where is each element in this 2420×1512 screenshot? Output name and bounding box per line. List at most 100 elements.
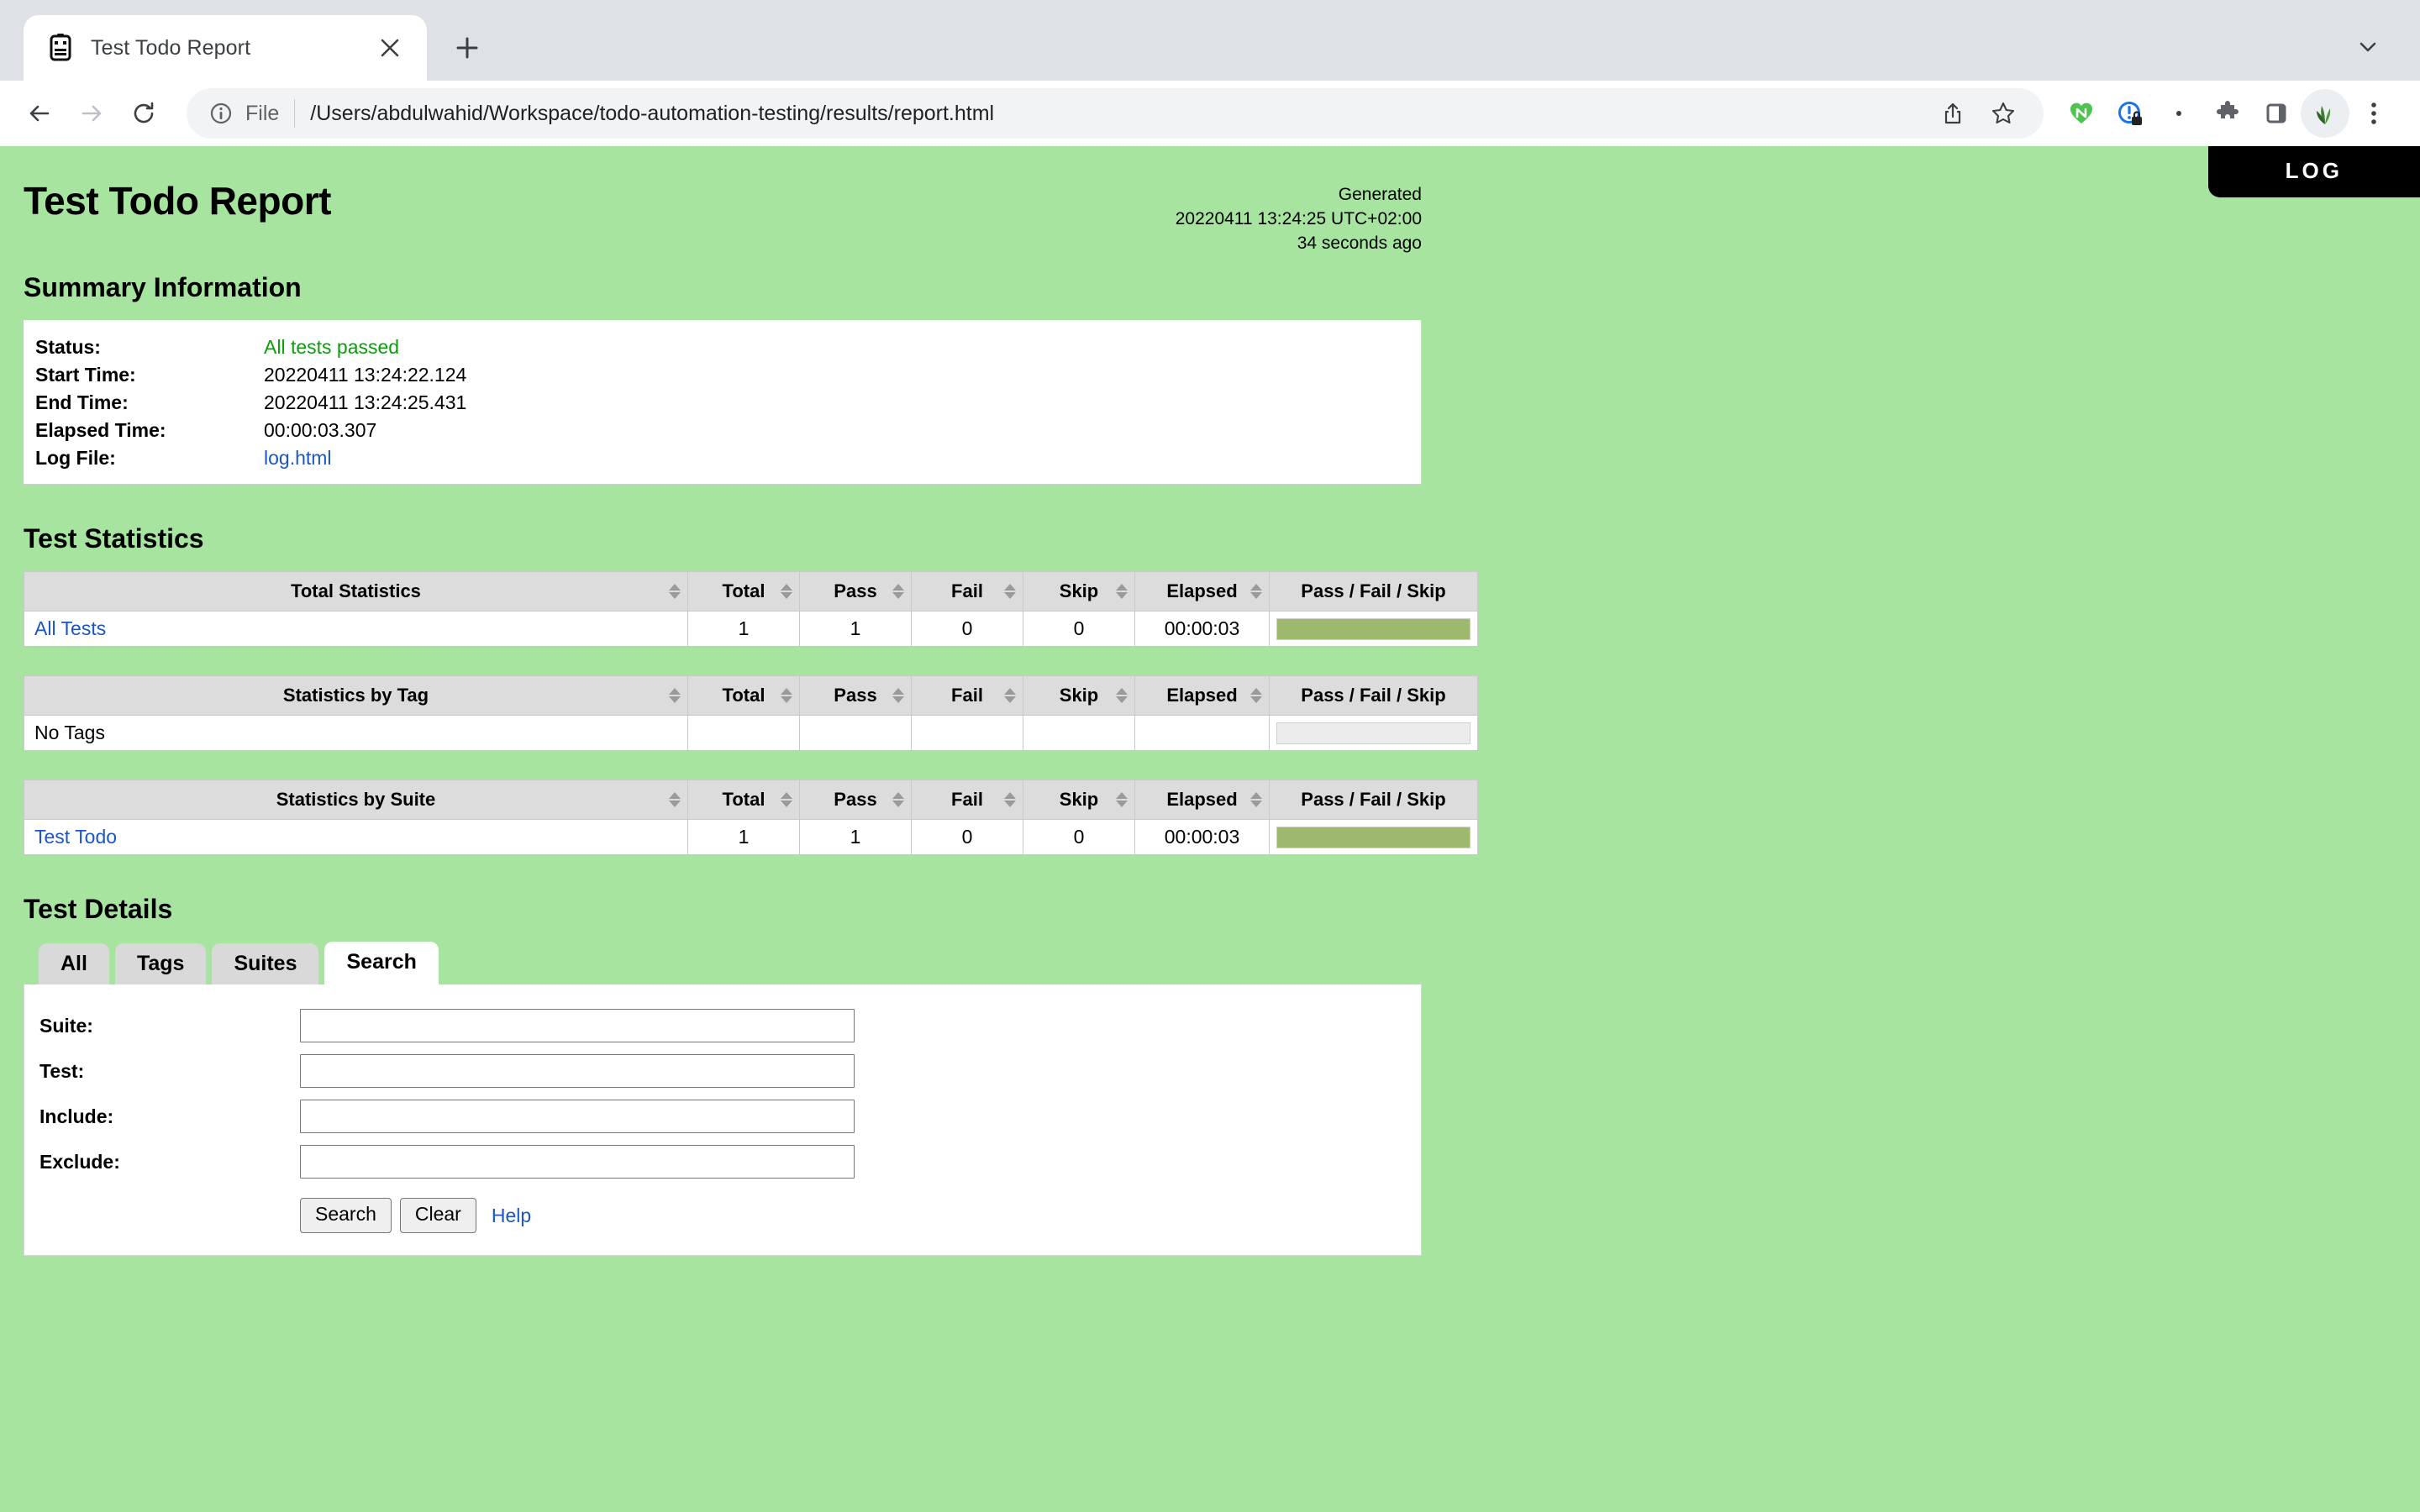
log-link-badge[interactable]: LOG bbox=[2207, 146, 2420, 197]
summary-label: Log File: bbox=[35, 447, 116, 469]
stats-skip-cell: 0 bbox=[1023, 611, 1135, 647]
reload-icon[interactable] bbox=[118, 87, 170, 139]
heart-extension-icon[interactable] bbox=[2057, 89, 2106, 138]
table-header-fail[interactable]: Fail bbox=[911, 571, 1023, 612]
pass-fail-skip-bar bbox=[1276, 826, 1470, 848]
table-header-fail[interactable]: Fail bbox=[911, 675, 1023, 716]
sort-arrows-icon[interactable] bbox=[781, 584, 792, 599]
sort-arrows-icon[interactable] bbox=[1250, 792, 1262, 807]
three-dot-menu-icon[interactable] bbox=[2349, 89, 2398, 138]
stats-bar-cell bbox=[1269, 611, 1478, 647]
sort-arrows-icon[interactable] bbox=[892, 792, 904, 807]
sort-arrows-icon[interactable] bbox=[781, 792, 792, 807]
summary-value: log.html bbox=[264, 447, 332, 470]
table-header-name[interactable]: Statistics by Suite bbox=[24, 780, 688, 820]
tab-search[interactable]: Search bbox=[324, 942, 439, 985]
info-circle-icon[interactable] bbox=[205, 97, 237, 129]
statistics-table: Statistics by Suite Total Pass Fail Skip Elap… bbox=[24, 780, 1478, 855]
stats-row-name: No Tags bbox=[34, 722, 105, 743]
stats-fail-cell: 0 bbox=[911, 819, 1023, 855]
dot-extension-icon[interactable] bbox=[2154, 89, 2203, 138]
table-header-pass[interactable]: Pass bbox=[799, 675, 912, 716]
search-field-row: Exclude: bbox=[24, 1139, 1421, 1184]
log-file-link[interactable]: log.html bbox=[264, 447, 332, 469]
sort-arrows-icon[interactable] bbox=[1116, 584, 1128, 599]
clear-button[interactable]: Clear bbox=[399, 1198, 476, 1233]
table-header-total[interactable]: Total bbox=[687, 571, 800, 612]
search-input-suite[interactable] bbox=[300, 1009, 855, 1043]
table-header-skip[interactable]: Skip bbox=[1023, 675, 1135, 716]
share-icon[interactable] bbox=[1929, 90, 1976, 137]
search-actions: Search Clear Help bbox=[24, 1184, 1421, 1233]
sort-arrows-icon[interactable] bbox=[1004, 792, 1016, 807]
search-input-include[interactable] bbox=[300, 1100, 855, 1134]
table-header-pass[interactable]: Pass bbox=[799, 571, 912, 612]
search-field-row: Test: bbox=[24, 1048, 1421, 1094]
star-icon[interactable] bbox=[1980, 90, 2027, 137]
sort-arrows-icon[interactable] bbox=[669, 688, 681, 703]
table-header-name[interactable]: Statistics by Tag bbox=[24, 675, 688, 716]
search-input-test[interactable] bbox=[300, 1054, 855, 1089]
stats-total-cell: 1 bbox=[687, 819, 800, 855]
summary-label: End Time: bbox=[35, 391, 129, 413]
table-row: Test Todo 1 1 0 0 00:00:03 bbox=[24, 819, 1478, 855]
sort-arrows-icon[interactable] bbox=[1250, 584, 1262, 599]
search-field-row: Suite: bbox=[24, 1003, 1421, 1048]
stats-row-link[interactable]: Test Todo bbox=[34, 826, 117, 848]
table-header-fail[interactable]: Fail bbox=[911, 780, 1023, 820]
generated-timestamp: 20220411 13:24:25 UTC+02:00 bbox=[1175, 208, 1422, 228]
stats-bar-cell bbox=[1269, 715, 1478, 751]
tab-tags[interactable]: Tags bbox=[114, 943, 207, 985]
browser-tab[interactable]: Test Todo Report bbox=[24, 15, 427, 81]
stats-pass-cell: 1 bbox=[799, 819, 912, 855]
table-header-skip[interactable]: Skip bbox=[1023, 780, 1135, 820]
stats-elapsed-cell: 00:00:03 bbox=[1134, 819, 1270, 855]
lock-shield-extension-icon[interactable] bbox=[2106, 89, 2154, 138]
stats-row-link[interactable]: All Tests bbox=[34, 617, 106, 639]
table-header-elapsed[interactable]: Elapsed bbox=[1134, 571, 1270, 612]
sort-arrows-icon[interactable] bbox=[1116, 688, 1128, 703]
sort-arrows-icon[interactable] bbox=[669, 792, 681, 807]
browser-toolbar: File /Users/abdulwahid/Workspace/todo-au… bbox=[0, 81, 2420, 146]
table-header-pass-fail-skip: Pass / Fail / Skip bbox=[1269, 675, 1478, 716]
sort-arrows-icon[interactable] bbox=[1004, 584, 1016, 599]
table-header-total[interactable]: Total bbox=[687, 780, 800, 820]
profile-avatar-icon[interactable] bbox=[2301, 89, 2349, 138]
table-header-elapsed[interactable]: Elapsed bbox=[1134, 675, 1270, 716]
sort-arrows-icon[interactable] bbox=[1116, 792, 1128, 807]
puzzle-extensions-icon[interactable] bbox=[2203, 89, 2252, 138]
tab-suites[interactable]: Suites bbox=[212, 943, 319, 985]
search-field-label: Include: bbox=[39, 1105, 114, 1127]
side-panel-icon[interactable] bbox=[2252, 89, 2301, 138]
table-header-pass[interactable]: Pass bbox=[799, 780, 912, 820]
plus-icon[interactable] bbox=[440, 21, 494, 75]
close-icon[interactable] bbox=[371, 29, 408, 66]
statistics-heading: Test Statistics bbox=[24, 523, 204, 554]
search-input-exclude[interactable] bbox=[300, 1145, 855, 1179]
chevron-down-icon[interactable] bbox=[2348, 27, 2388, 67]
table-header-skip[interactable]: Skip bbox=[1023, 571, 1135, 612]
stats-total-cell: 1 bbox=[687, 611, 800, 647]
sort-arrows-icon[interactable] bbox=[781, 688, 792, 703]
sort-arrows-icon[interactable] bbox=[1250, 688, 1262, 703]
address-bar[interactable]: File /Users/abdulwahid/Workspace/todo-au… bbox=[187, 88, 2044, 139]
summary-row: Elapsed Time: 00:00:03.307 bbox=[24, 417, 1421, 444]
sort-arrows-icon[interactable] bbox=[669, 584, 681, 599]
omnibox-actions bbox=[1929, 90, 2027, 137]
search-field-label: Suite: bbox=[39, 1014, 93, 1037]
table-header-elapsed[interactable]: Elapsed bbox=[1134, 780, 1270, 820]
details-heading: Test Details bbox=[24, 894, 173, 924]
summary-row: Status: All tests passed bbox=[24, 333, 1421, 361]
forward-arrow-icon[interactable] bbox=[66, 87, 118, 139]
help-link[interactable]: Help bbox=[492, 1205, 531, 1227]
extension-icons bbox=[2057, 89, 2398, 138]
search-button[interactable]: Search bbox=[300, 1198, 392, 1233]
sort-arrows-icon[interactable] bbox=[892, 584, 904, 599]
table-header-name[interactable]: Total Statistics bbox=[24, 571, 688, 612]
back-arrow-icon[interactable] bbox=[13, 87, 66, 139]
url-scheme-label: File bbox=[245, 101, 280, 125]
table-header-total[interactable]: Total bbox=[687, 675, 800, 716]
sort-arrows-icon[interactable] bbox=[892, 688, 904, 703]
sort-arrows-icon[interactable] bbox=[1004, 688, 1016, 703]
tab-all[interactable]: All bbox=[39, 943, 109, 985]
